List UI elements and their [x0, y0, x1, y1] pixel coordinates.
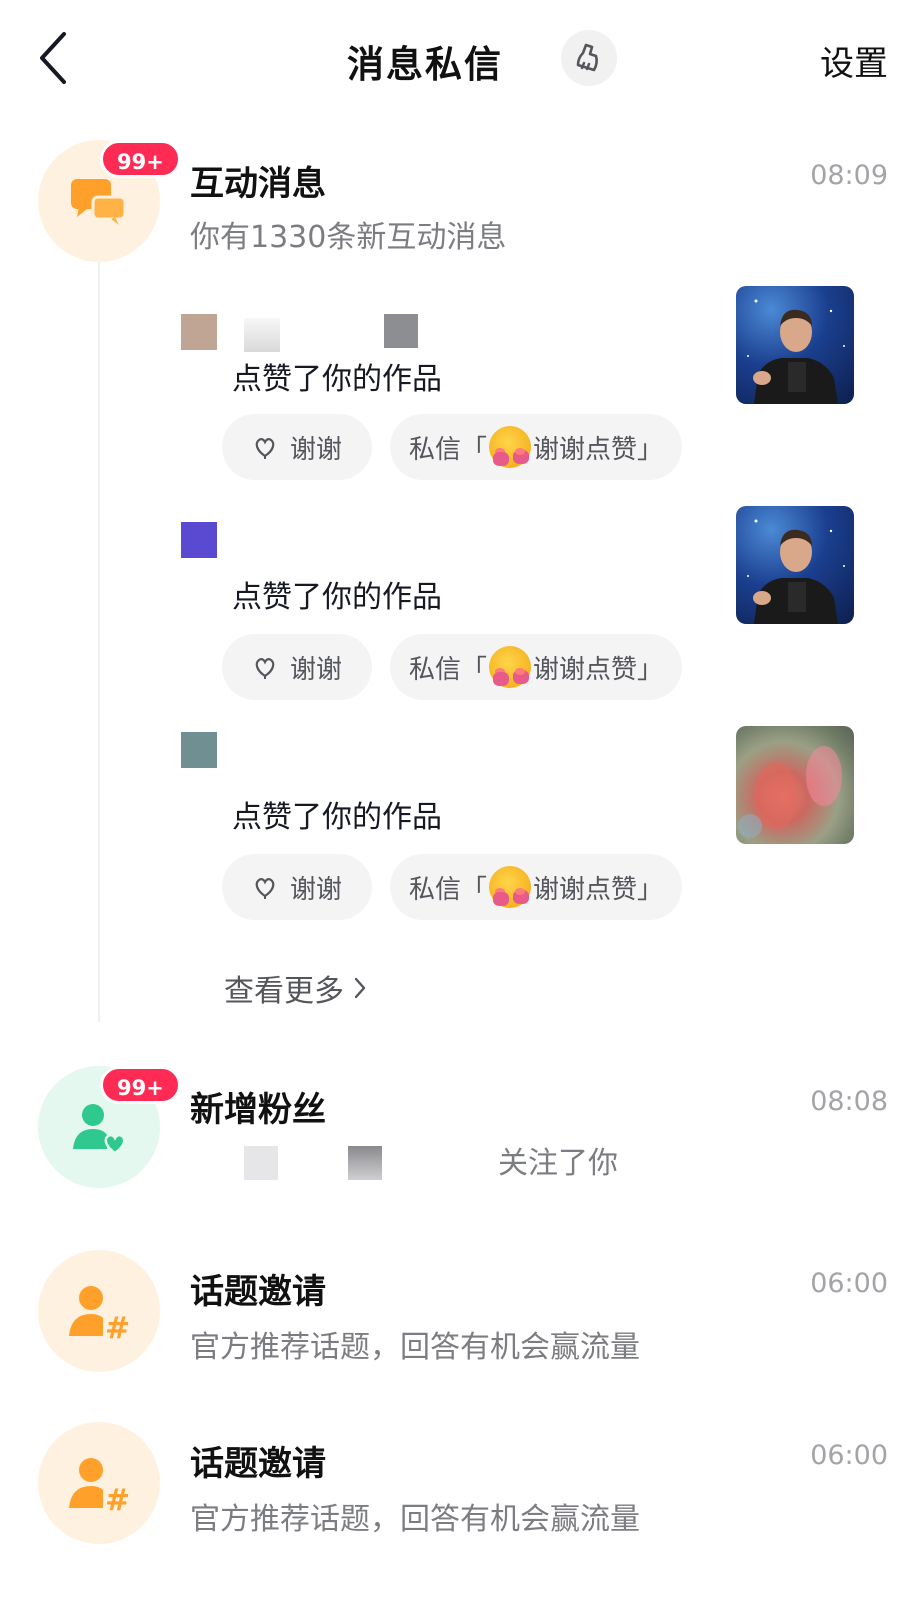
- heart-flower-icon: [252, 874, 278, 900]
- photo-thumbnail-icon: [747, 519, 845, 624]
- interaction-text: 点赞了你的作品: [232, 362, 442, 397]
- conversation-title: 新增粉丝: [190, 1090, 326, 1130]
- photo-thumbnail-icon: [747, 299, 845, 404]
- thanks-label: 谢谢: [289, 874, 342, 905]
- post-thumbnail[interactable]: [736, 506, 854, 624]
- redacted-username: [244, 318, 280, 352]
- topic-invite-avatar: #: [38, 1250, 160, 1372]
- dm-prefix: 私信「: [408, 654, 487, 685]
- unread-badge: 99+: [100, 140, 181, 178]
- conversation-topic-invite[interactable]: # 话题邀请 官方推荐话题，回答有机会赢流量 06:00: [0, 1250, 922, 1380]
- post-thumbnail[interactable]: [736, 286, 854, 404]
- conversation-subtitle: 关注了你: [498, 1146, 618, 1181]
- thanks-button[interactable]: 谢谢: [222, 634, 372, 700]
- dm-thanks-button[interactable]: 私信「 谢谢点赞」: [390, 634, 682, 700]
- see-more-link[interactable]: 查看更多: [224, 966, 368, 1010]
- dm-text: 谢谢点赞」: [533, 874, 664, 905]
- user-avatar[interactable]: [181, 314, 217, 350]
- chat-bubbles-icon: [71, 179, 127, 225]
- list-item: 点赞了你的作品 谢谢 私信「 谢谢点赞」: [0, 506, 922, 726]
- settings-link[interactable]: 设置: [820, 36, 888, 85]
- interaction-text: 点赞了你的作品: [232, 580, 442, 615]
- thanks-label: 谢谢: [289, 654, 342, 685]
- redacted-username: [384, 314, 418, 348]
- heart-flower-icon: [252, 434, 278, 460]
- user-avatar[interactable]: [181, 522, 217, 558]
- thanks-label: 谢谢: [289, 434, 342, 465]
- redacted-username: [348, 1146, 382, 1180]
- conversation-subtitle: 你有1330条新互动消息: [190, 220, 507, 255]
- hug-emoji-icon: [489, 646, 531, 688]
- hug-emoji-icon: [489, 866, 531, 908]
- conversation-topic-invite[interactable]: # 话题邀请 官方推荐话题，回答有机会赢流量 06:00: [0, 1422, 922, 1552]
- dm-thanks-button[interactable]: 私信「 谢谢点赞」: [390, 414, 682, 480]
- conversation-title: 话题邀请: [190, 1444, 326, 1484]
- top-bar: 消息私信 设置: [0, 0, 922, 120]
- hug-emoji-icon: [489, 426, 531, 468]
- user-avatar[interactable]: [181, 732, 217, 768]
- dm-text: 谢谢点赞」: [533, 434, 664, 465]
- conversation-subtitle: 官方推荐话题，回答有机会赢流量: [190, 1330, 640, 1365]
- topic-invite-avatar: #: [38, 1422, 160, 1544]
- conversation-new-fans[interactable]: 99+ 新增粉丝 关注了你 08:08: [0, 1066, 922, 1196]
- chevron-right-icon: [352, 975, 368, 1001]
- see-more-label: 查看更多: [224, 974, 344, 1009]
- conversation-title: 互动消息: [190, 164, 326, 204]
- thanks-button[interactable]: 谢谢: [222, 854, 372, 920]
- post-thumbnail[interactable]: [736, 726, 854, 844]
- conversation-title: 话题邀请: [190, 1272, 326, 1312]
- dm-thanks-button[interactable]: 私信「 谢谢点赞」: [390, 854, 682, 920]
- svg-text:#: #: [105, 1311, 130, 1342]
- unread-badge: 99+: [100, 1066, 181, 1104]
- user-heart-icon: [73, 1104, 126, 1155]
- photo-thumbnail-icon: [738, 746, 842, 838]
- list-item: 点赞了你的作品 谢谢 私信「 谢谢点赞」: [0, 286, 922, 506]
- page-title: 消息私信: [347, 43, 503, 86]
- broom-icon: [576, 43, 598, 72]
- conversation-subtitle: 官方推荐话题，回答有机会赢流量: [190, 1502, 640, 1537]
- conversation-interactions[interactable]: 99+ 互动消息 你有1330条新互动消息 08:09: [0, 140, 922, 270]
- clear-unread-button[interactable]: [561, 30, 617, 86]
- svg-text:#: #: [105, 1483, 130, 1514]
- dm-text: 谢谢点赞」: [533, 654, 664, 685]
- dm-prefix: 私信「: [408, 874, 487, 905]
- conversation-time: 06:00: [810, 1268, 888, 1299]
- heart-flower-icon: [252, 654, 278, 680]
- conversation-time: 08:08: [810, 1086, 888, 1117]
- user-hashtag-icon: #: [69, 1458, 130, 1514]
- redacted-username: [244, 1146, 278, 1180]
- conversation-time: 08:09: [810, 160, 888, 191]
- list-item: 点赞了你的作品 谢谢 私信「 谢谢点赞」: [0, 726, 922, 946]
- thanks-button[interactable]: 谢谢: [222, 414, 372, 480]
- interaction-text: 点赞了你的作品: [232, 800, 442, 835]
- conversation-time: 06:00: [810, 1440, 888, 1471]
- dm-prefix: 私信「: [408, 434, 487, 465]
- user-hashtag-icon: #: [69, 1286, 130, 1342]
